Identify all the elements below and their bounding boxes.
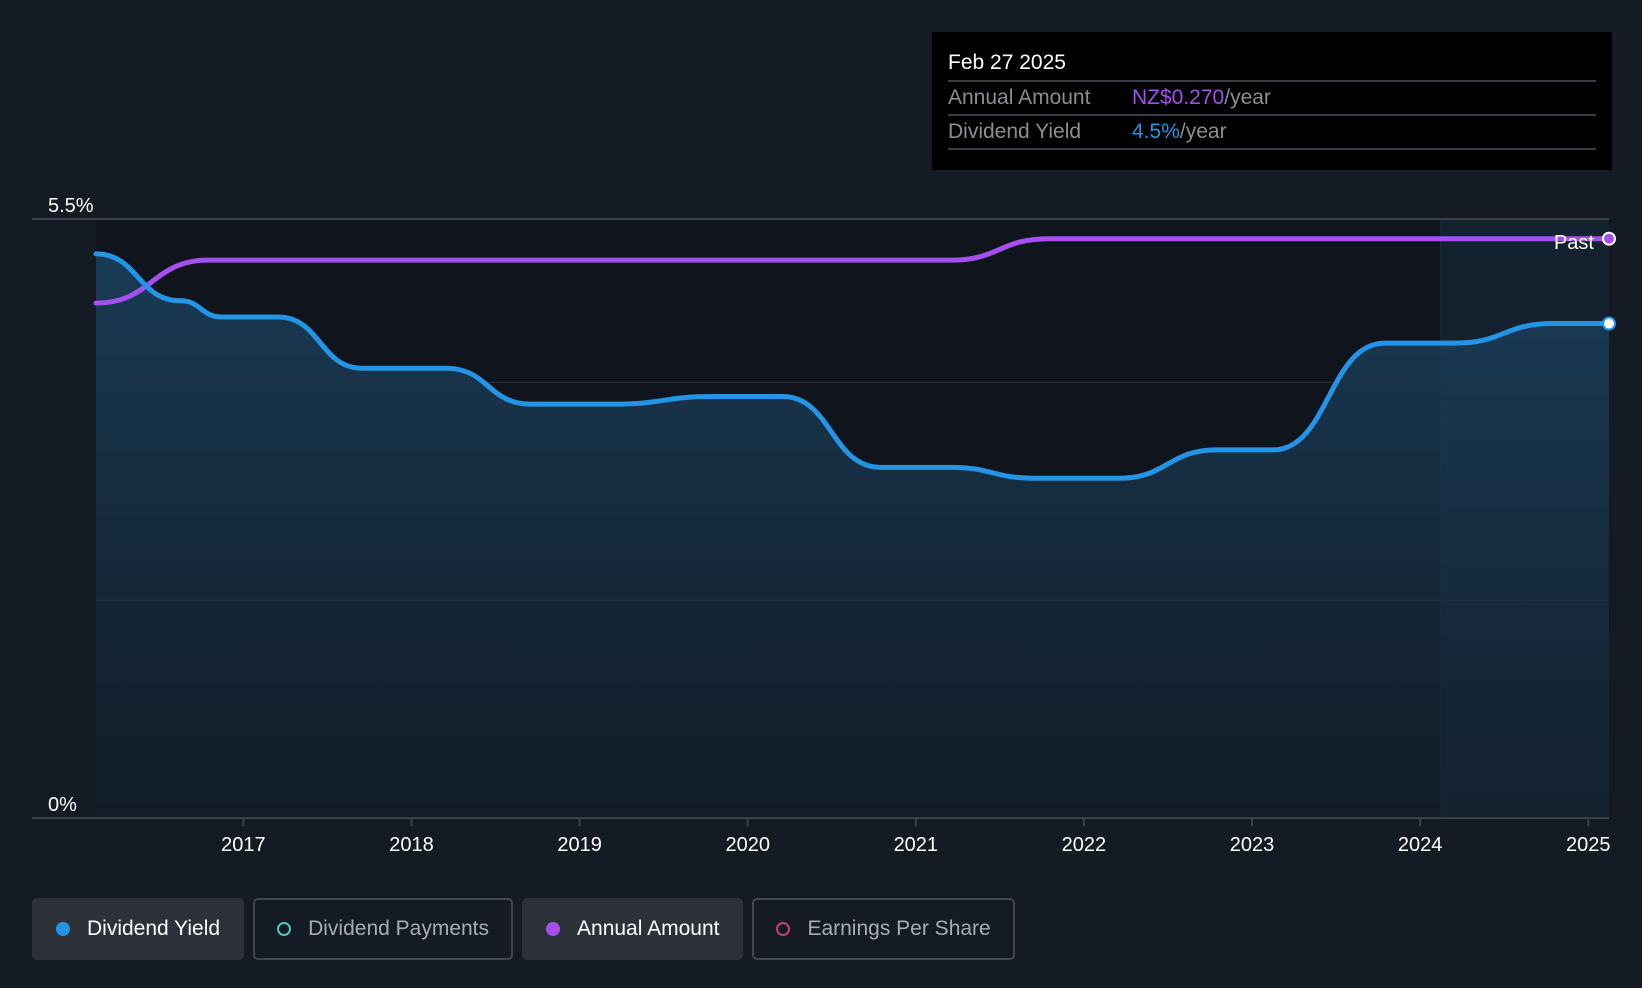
tooltip-suffix: /year	[1224, 86, 1271, 109]
x-tick-label: 2021	[894, 834, 939, 856]
legend-dividend-yield[interactable]: Dividend Yield	[32, 898, 245, 960]
x-tick-label: 2020	[725, 834, 770, 856]
x-tick-label: 2025	[1566, 834, 1611, 856]
tooltip-suffix: /year	[1179, 120, 1227, 143]
end-point	[1602, 231, 1616, 246]
end-point	[1602, 316, 1616, 331]
dot-icon	[56, 922, 70, 936]
x-tick-label: 2024	[1398, 834, 1443, 856]
y-tick-label: 0%	[48, 794, 77, 816]
x-tick-label: 2018	[389, 834, 434, 856]
legend-earnings-per-share[interactable]: Earnings Per Share	[752, 898, 1015, 960]
tooltip-date: Feb 27 2025	[948, 46, 1596, 82]
tooltip-value: NZ$0.270	[1132, 86, 1225, 109]
tooltip-row-annual-amount: Annual Amount NZ$0.270 /year	[948, 82, 1596, 116]
circle-icon	[277, 922, 292, 936]
tooltip-label: Dividend Yield	[948, 120, 1082, 143]
circle-icon	[776, 922, 791, 936]
x-tick-label: 2017	[221, 834, 266, 856]
dot-icon	[546, 922, 561, 936]
x-tick-label: 2023	[1230, 834, 1275, 856]
tooltip-label: Annual Amount	[948, 86, 1091, 109]
legend-dividend-payments[interactable]: Dividend Payments	[253, 898, 514, 960]
x-tick-label: 2022	[1062, 834, 1107, 856]
y-tick-label: 5.5%	[48, 195, 94, 217]
tooltip-value: 4.5%	[1132, 120, 1180, 143]
legend-label: Earnings Per Share	[807, 917, 991, 940]
legend-label: Dividend Yield	[87, 917, 221, 940]
legend-label: Annual Amount	[577, 917, 720, 940]
legend-label: Dividend Payments	[308, 917, 490, 940]
chart-tooltip: Feb 27 2025 Annual Amount NZ$0.270 /year…	[932, 32, 1612, 170]
legend: Dividend Yield Dividend Payments Annual …	[32, 898, 1015, 960]
legend-annual-amount[interactable]: Annual Amount	[522, 898, 744, 960]
tooltip-row-dividend-yield: Dividend Yield 4.5% /year	[948, 116, 1596, 150]
x-tick-label: 2019	[557, 834, 602, 856]
past-label: Past	[1554, 232, 1594, 254]
